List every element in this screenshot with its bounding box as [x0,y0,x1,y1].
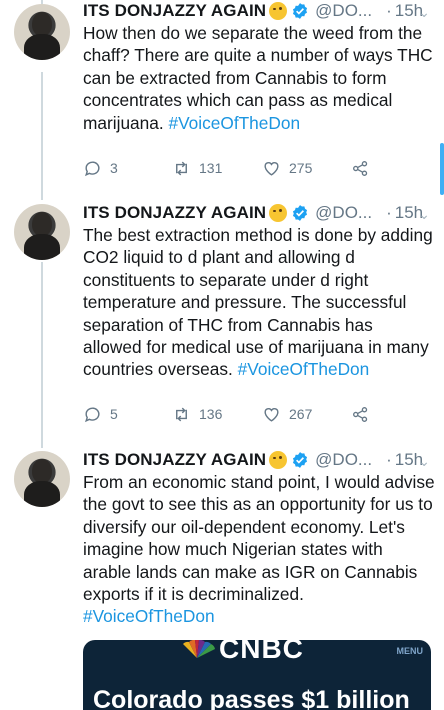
share-button[interactable] [351,405,370,424]
smirk-emoji-icon [269,204,288,222]
speech-bubble-icon [85,160,100,176]
tweet-text: How then do we separate the weed from th… [83,22,435,134]
author-handle[interactable]: @DO... [315,1,372,21]
author-handle[interactable]: @DO... [315,203,372,223]
verified-badge-icon [293,452,308,468]
like-count: 275 [289,160,313,176]
separator-dot: · [386,1,392,20]
retweet-arrows-icon [176,161,187,175]
brand-name: CNBC [219,640,304,664]
author-name[interactable]: ITS DONJAZZY AGAIN [83,450,266,470]
thread-connector [41,72,43,200]
tweet-actions: 3 131 275 [83,158,383,178]
menu-label[interactable]: MENU [397,646,424,656]
retweet-button[interactable]: 131 [172,159,222,178]
tweet-text: The best extraction method is done by ad… [83,224,435,381]
retweet-count: 136 [199,406,223,422]
reply-count: 5 [110,406,118,422]
cnbc-logo: CNBC [177,640,304,664]
verified-badge-icon [293,205,308,221]
avatar[interactable] [14,451,70,507]
thread-connector [41,0,43,4]
separator-dot: · [386,203,392,222]
tweet-header: ITS DONJAZZY AGAIN @DO... · 15h [83,202,423,224]
peacock-logo-icon [183,640,215,658]
reply-count: 3 [110,160,118,176]
smirk-emoji-icon [269,2,288,20]
hashtag-link[interactable]: #VoiceOfTheDon [169,113,301,133]
share-nodes-icon [353,406,368,422]
smirk-emoji-icon [269,451,288,469]
speech-bubble-icon [85,406,100,422]
author-handle[interactable]: @DO... [315,450,372,470]
heart-icon [264,407,279,422]
chevron-down-icon[interactable]: ⌄ [418,453,430,470]
retweet-arrows-icon [176,407,187,421]
hashtag-link[interactable]: #VoiceOfTheDon [238,359,370,379]
avatar[interactable] [14,4,70,60]
reply-button[interactable]: 5 [83,405,118,424]
author-name[interactable]: ITS DONJAZZY AGAIN [83,1,266,21]
chevron-down-icon[interactable]: ⌄ [418,206,430,223]
avatar[interactable] [14,204,70,260]
thread-connector [41,262,43,448]
separator-dot: · [386,450,392,469]
like-button[interactable]: 267 [262,405,312,424]
heart-icon [264,161,279,176]
like-button[interactable]: 275 [262,159,312,178]
card-headline: Colorado passes $1 billion [93,686,410,710]
tweet-body: From an economic stand point, I would ad… [83,472,440,605]
tweet-header: ITS DONJAZZY AGAIN @DO... · 15h [83,449,423,471]
share-nodes-icon [353,160,368,176]
tweet-text: From an economic stand point, I would ad… [83,471,435,628]
reply-button[interactable]: 3 [83,159,118,178]
retweet-count: 131 [199,160,223,176]
tweet-body: The best extraction method is done by ad… [83,225,438,380]
tweet-header: ITS DONJAZZY AGAIN @DO... · 15h [83,0,423,22]
author-name[interactable]: ITS DONJAZZY AGAIN [83,203,266,223]
share-button[interactable] [351,159,370,178]
link-preview-card[interactable]: CNBC MENU Colorado passes $1 billion [83,640,431,710]
chevron-down-icon[interactable]: ⌄ [418,4,430,21]
like-count: 267 [289,406,313,422]
verified-badge-icon [293,3,308,19]
hashtag-link[interactable]: #VoiceOfTheDon [83,606,215,626]
scrollbar-thumb[interactable] [440,143,444,195]
tweet-actions: 5 136 267 [83,404,383,424]
retweet-button[interactable]: 136 [172,405,222,424]
